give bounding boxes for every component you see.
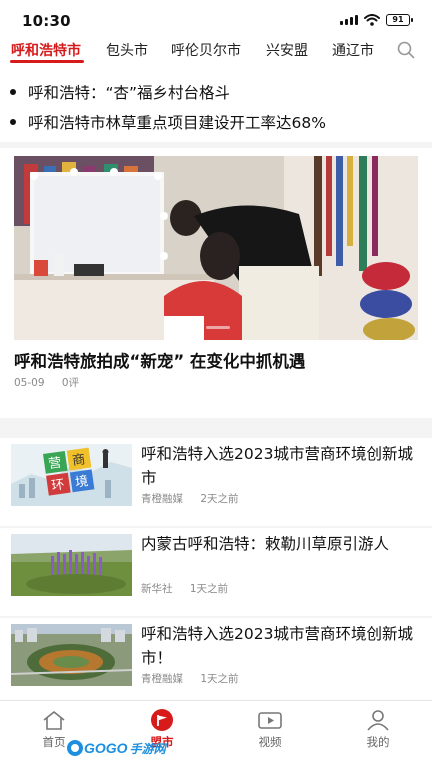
search-icon[interactable] xyxy=(396,40,416,60)
news-time: 1天之前 xyxy=(189,583,229,595)
news-source: 青橙融媒 xyxy=(141,493,183,505)
news-title[interactable]: 呼和浩特入选2023城市营商环境创新城市 xyxy=(141,442,421,490)
news-thumbnail: 营 商 环 境 xyxy=(11,444,132,506)
thumb-char: 商 xyxy=(71,452,86,469)
tab-hulunbuir[interactable]: 呼伦贝尔市 xyxy=(171,40,241,60)
headline-item[interactable]: 呼和浩特市林草重点项目建设开工率达68% xyxy=(10,111,326,133)
featured-meta: 05-09 0评 xyxy=(14,375,93,390)
featured-card[interactable]: 呼和浩特旅拍成“新宠” 在变化中抓机遇 05-09 0评 xyxy=(0,148,432,418)
status-icons: 91 xyxy=(340,14,413,26)
featured-title[interactable]: 呼和浩特旅拍成“新宠” 在变化中抓机遇 xyxy=(14,348,305,372)
tab-tongliao[interactable]: 通辽市 xyxy=(332,40,374,60)
featured-image[interactable] xyxy=(14,156,418,340)
headline-text: 呼和浩特市林草重点项目建设开工率达68% xyxy=(28,114,326,132)
flag-icon xyxy=(151,709,173,731)
tab-xingan[interactable]: 兴安盟 xyxy=(266,40,308,60)
watermark-suffix: 手游网 xyxy=(129,741,166,756)
status-time: 10:30 xyxy=(22,12,71,30)
channel-tabs: 呼和浩特市 包头市 呼伦贝尔市 兴安盟 通辽市 xyxy=(0,36,432,66)
tab-hohhot[interactable]: 呼和浩特市 xyxy=(11,40,81,60)
bullet-icon xyxy=(10,89,16,95)
nav-profile-label: 我的 xyxy=(366,735,390,749)
battery-icon: 91 xyxy=(386,14,413,26)
bottom-nav: 首页 盟市 视频 我的 xyxy=(0,700,432,768)
list-item[interactable]: 营 商 环 境 呼和浩特入选2023城市营商环境创新城市 青橙融媒 2天之前 xyxy=(0,438,432,526)
user-icon xyxy=(367,710,389,731)
watermark-brand: GOGO xyxy=(84,740,128,756)
news-source: 新华社 xyxy=(141,583,173,595)
video-icon xyxy=(258,712,282,729)
featured-comments: 0评 xyxy=(61,377,80,389)
list-item[interactable]: 内蒙古呼和浩特：敕勒川草原引游人 新华社 1天之前 xyxy=(0,528,432,616)
nav-video-label: 视频 xyxy=(258,735,282,749)
signal-icon xyxy=(340,15,358,25)
tab-baotou[interactable]: 包头市 xyxy=(106,40,148,60)
headline-item[interactable]: 呼和浩特：“杏”福乡村台格斗 xyxy=(10,81,230,103)
status-bar: 10:30 91 xyxy=(0,0,432,36)
news-meta: 新华社 1天之前 xyxy=(141,581,242,596)
thumb-char: 境 xyxy=(74,474,89,491)
news-time: 2天之前 xyxy=(200,493,239,505)
news-thumbnail xyxy=(11,534,132,596)
news-title[interactable]: 内蒙古呼和浩特：敕勒川草原引游人 xyxy=(141,532,421,556)
headline-text: 呼和浩特：“杏”福乡村台格斗 xyxy=(28,84,231,102)
home-icon xyxy=(43,711,65,730)
news-title[interactable]: 呼和浩特入选2023城市营商环境创新城市！ xyxy=(141,622,421,670)
thumb-char: 营 xyxy=(48,456,63,473)
news-time: 1天之前 xyxy=(200,673,239,685)
bullet-icon xyxy=(10,119,16,125)
active-tab-indicator xyxy=(10,60,84,63)
battery-level: 91 xyxy=(392,15,404,24)
nav-video[interactable]: 视频 xyxy=(240,709,300,750)
list-item[interactable]: 呼和浩特入选2023城市营商环境创新城市！ 青橙融媒 1天之前 xyxy=(0,618,432,706)
news-meta: 青橙融媒 1天之前 xyxy=(141,671,253,686)
news-meta: 青橙融媒 2天之前 xyxy=(141,491,253,506)
wifi-icon xyxy=(364,14,380,26)
thumb-char: 环 xyxy=(51,477,66,494)
news-thumbnail xyxy=(11,624,132,686)
nav-profile[interactable]: 我的 xyxy=(348,709,408,750)
watermark-logo: GOGO 手游网 xyxy=(66,736,166,760)
featured-date: 05-09 xyxy=(14,377,45,389)
watermark-icon xyxy=(67,740,83,756)
news-source: 青橙融媒 xyxy=(141,673,183,685)
